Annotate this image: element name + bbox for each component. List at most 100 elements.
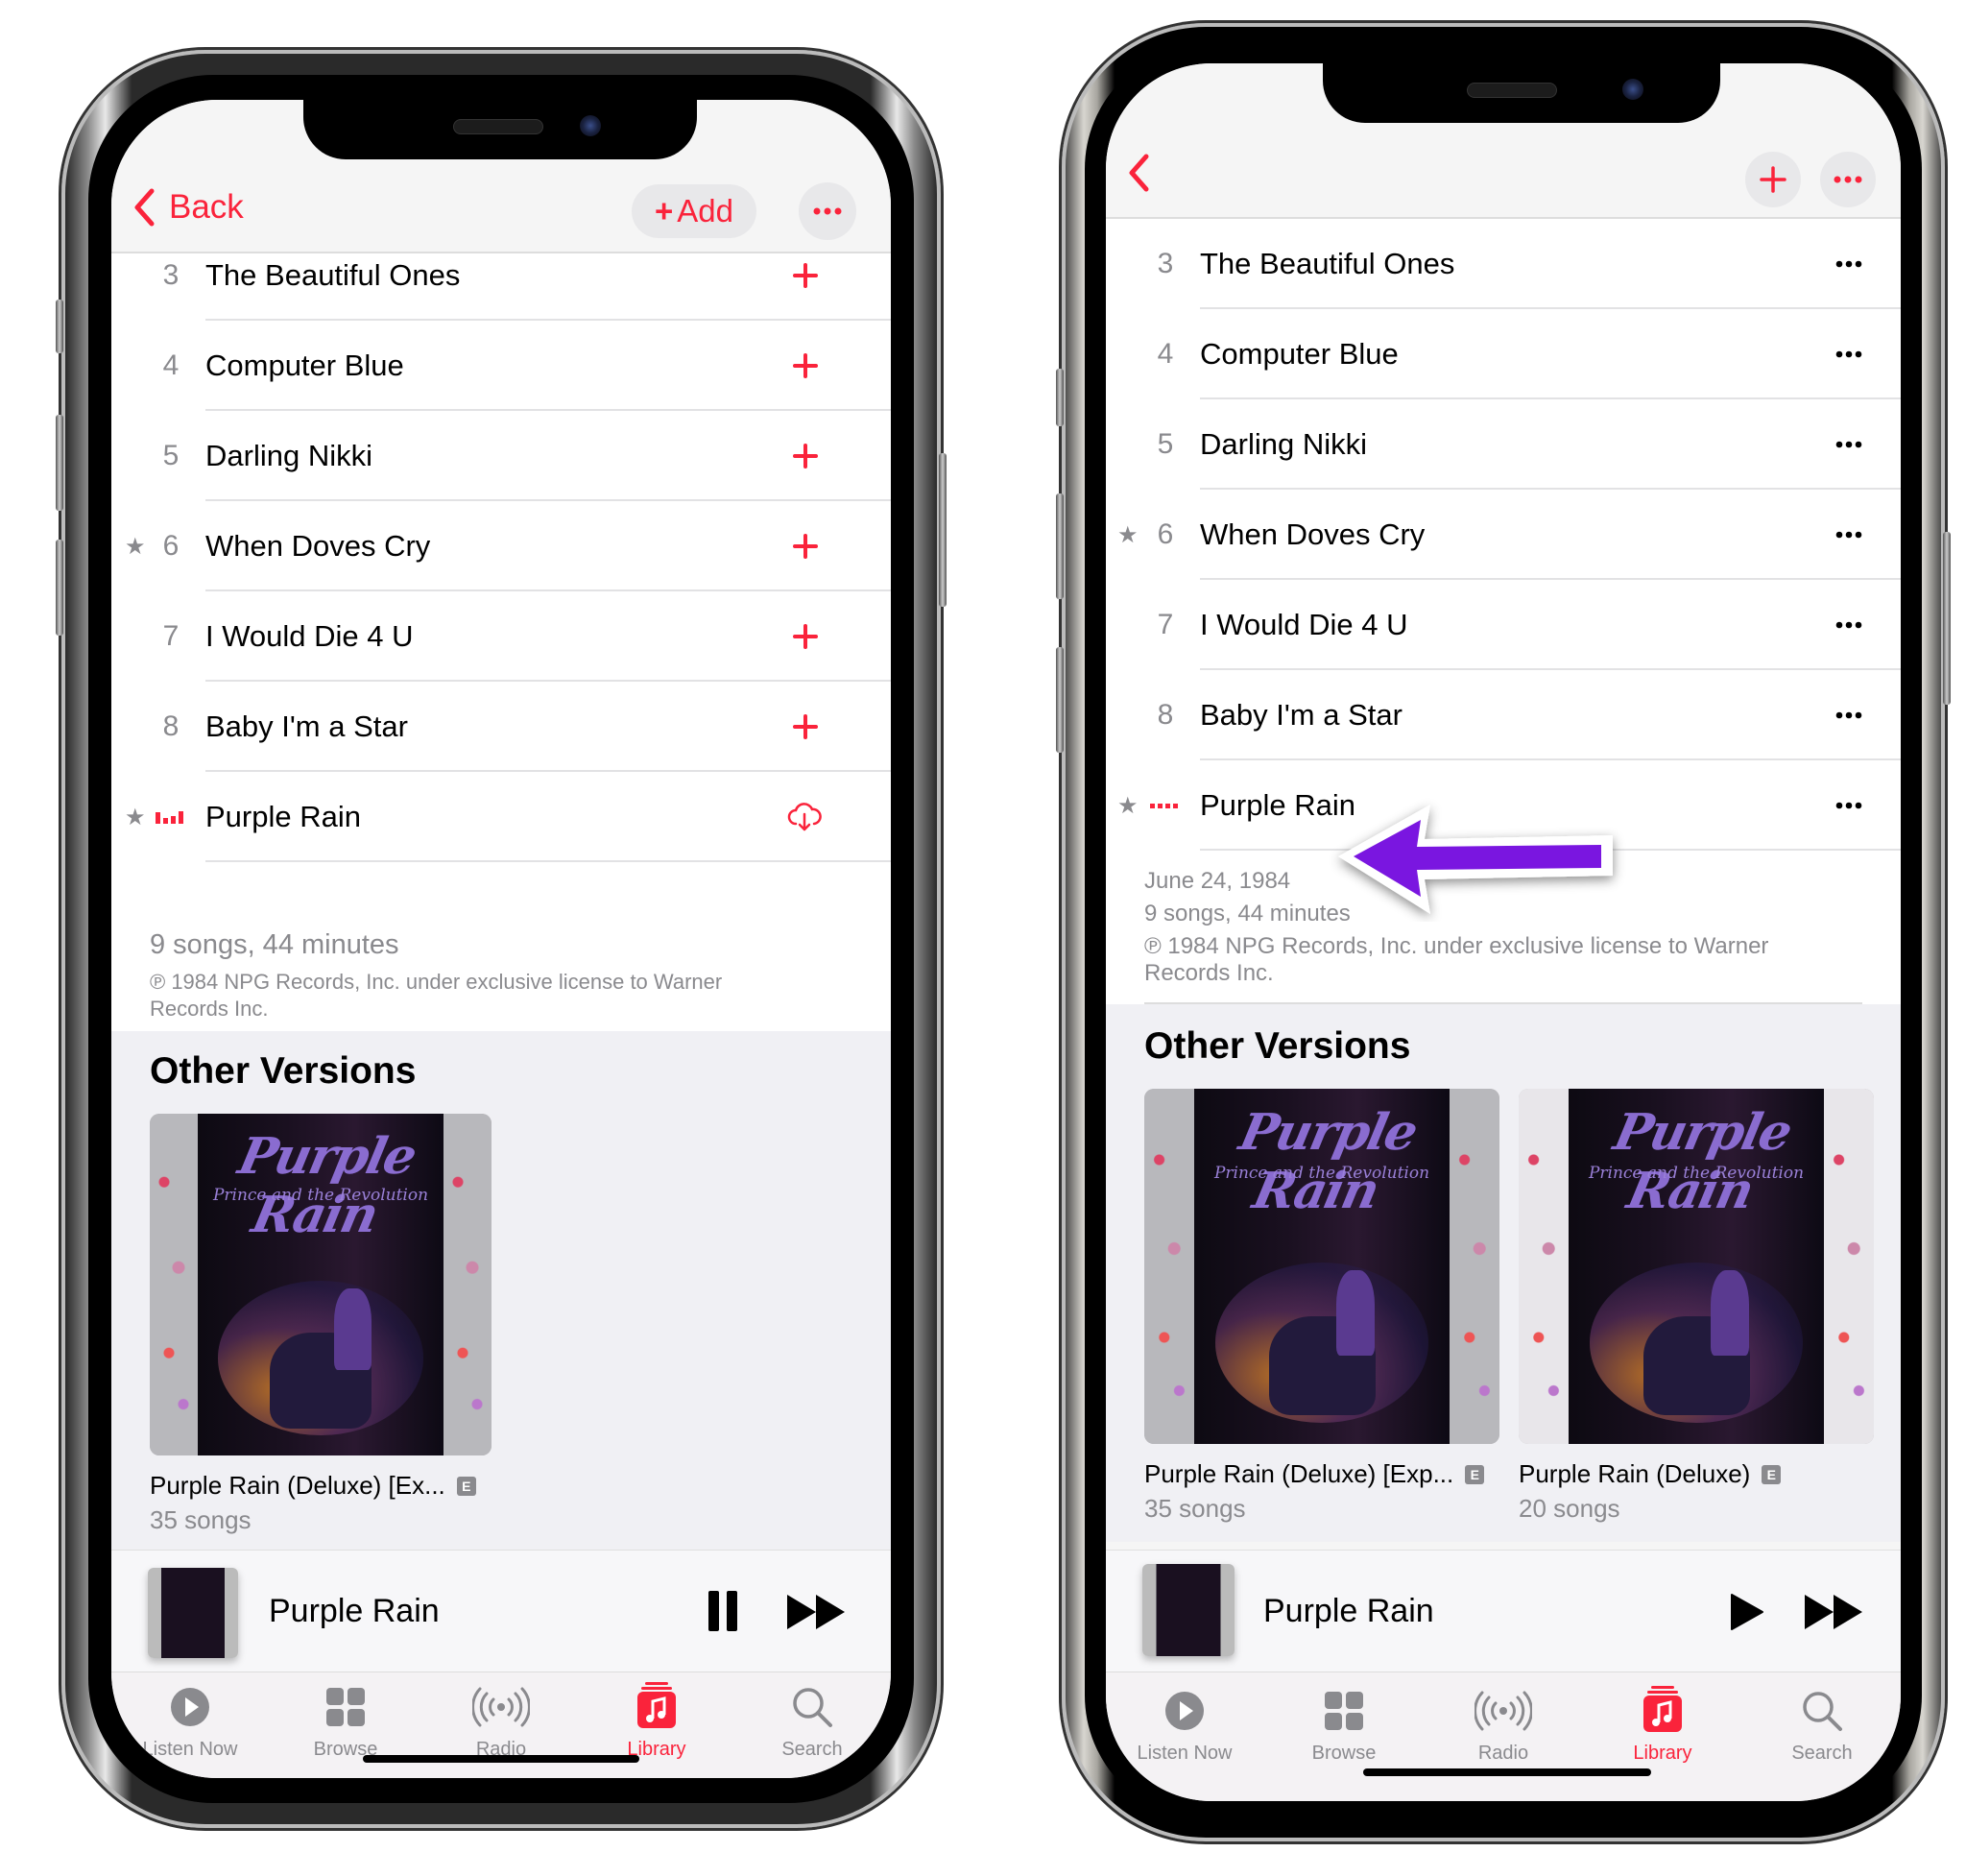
album-name: Purple Rain (Deluxe) E [1519,1459,1782,1489]
track-row-now-playing[interactable]: ★ Purple Rain [111,772,891,862]
mini-player[interactable]: Purple Rain [1106,1550,1901,1672]
track-row[interactable]: 5 Darling Nikki [111,411,891,501]
album-name-text: Purple Rain (Deluxe) [1519,1459,1751,1488]
play-icon [1731,1594,1763,1630]
home-indicator [363,1755,639,1763]
left-screen: 9:51 Back + Add [111,100,891,1778]
speaker [1467,83,1557,98]
forward-button[interactable] [787,1595,847,1634]
plus-icon: + [655,193,674,228]
ellipsis-icon [1835,531,1862,539]
forward-button[interactable] [1805,1595,1864,1634]
tab-browse[interactable]: Browse [278,1686,413,1761]
cloud-download-icon [787,803,822,831]
ellipsis-icon [1835,260,1862,268]
ellipsis-icon [1835,350,1862,358]
track-number: 6 [162,530,180,562]
tab-listen-now[interactable]: Listen Now [1117,1690,1252,1765]
star-icon: ★ [1117,521,1139,548]
add-button[interactable] [1745,152,1801,207]
track-row[interactable]: 5 Darling Nikki [1106,399,1901,490]
track-row[interactable]: ★ 6 When Doves Cry [1106,490,1901,580]
track-row[interactable]: 7 I Would Die 4 U [1106,580,1901,670]
tab-browse[interactable]: Browse [1277,1690,1411,1765]
release-date: June 24, 1984 [1144,868,1291,894]
forward-icon [1805,1595,1862,1629]
other-versions-section: Other Versions Purple Rain Prince and th… [1106,1004,1901,1542]
track-number: 4 [162,349,180,381]
track-title: I Would Die 4 U [205,619,414,653]
tab-listen-now[interactable]: Listen Now [123,1686,257,1761]
add-button[interactable]: + Add [632,184,756,238]
album-name: Purple Rain (Deluxe) [Exp... E [1144,1459,1485,1489]
track-title: When Doves Cry [1200,517,1426,551]
track-number: 7 [162,620,180,652]
track-more-button[interactable] [1835,621,1862,629]
add-track-button[interactable] [793,263,818,288]
track-row[interactable]: 4 Computer Blue [111,321,891,411]
track-more-button[interactable] [1835,441,1862,448]
tab-label: Library [1633,1743,1692,1764]
back-label: Back [169,188,244,226]
track-more-button[interactable] [1835,531,1862,539]
track-row[interactable]: ★ 6 When Doves Cry [111,501,891,591]
track-title: Baby I'm a Star [1200,698,1403,732]
track-row[interactable]: 3 The Beautiful Ones [1106,219,1901,309]
grid-icon [1325,1692,1363,1730]
pause-button[interactable] [707,1591,739,1636]
track-number: 5 [1157,428,1174,460]
download-button[interactable] [787,803,822,831]
power-button [939,453,947,607]
mini-player-artwork [148,1568,238,1658]
track-number: 7 [1157,609,1174,640]
add-icon [793,534,818,559]
play-circle-icon [1165,1692,1204,1730]
ellipsis-icon [1835,441,1862,448]
play-button[interactable] [1730,1593,1764,1636]
tab-library[interactable]: Library [589,1682,724,1761]
more-button[interactable] [799,182,856,240]
back-button[interactable]: Back [132,188,244,227]
radio-waves-icon [471,1687,531,1727]
separator [205,860,891,862]
pause-icon [708,1591,737,1631]
tab-label: Radio [1477,1743,1529,1764]
explicit-badge: E [1465,1464,1485,1484]
play-circle-icon [171,1688,209,1726]
add-track-button[interactable] [793,714,818,739]
tab-search[interactable]: Search [1755,1690,1889,1765]
back-button[interactable] [1127,154,1150,192]
track-more-button[interactable] [1835,260,1862,268]
ellipsis-icon [1835,621,1862,629]
mini-player[interactable]: Purple Rain [111,1550,891,1672]
tab-library[interactable]: Library [1595,1686,1730,1765]
album-meta: 9 songs, 44 minutes ℗ 1984 NPG Records, … [111,920,891,1031]
track-more-button[interactable] [1835,350,1862,358]
track-title: The Beautiful Ones [1200,247,1455,280]
more-button[interactable] [1820,152,1876,207]
copyright-line-2: Records Inc. [150,997,269,1021]
now-playing-icon [156,810,183,824]
tab-radio[interactable]: Radio [434,1686,568,1761]
power-button [1943,532,1951,705]
star-icon: ★ [1117,792,1139,819]
add-track-button[interactable] [793,624,818,649]
tab-radio[interactable]: Radio [1436,1690,1570,1765]
track-row[interactable]: 4 Computer Blue [1106,309,1901,399]
tab-label: Browse [1311,1743,1377,1764]
track-title: Darling Nikki [205,439,372,472]
track-more-button[interactable] [1835,711,1862,719]
add-track-button[interactable] [793,353,818,378]
track-row[interactable]: 8 Baby I'm a Star [111,682,891,772]
right-phone: 9:51 3 [1056,23,1951,1841]
track-more-button[interactable] [1835,802,1862,809]
track-row[interactable]: 8 Baby I'm a Star [1106,670,1901,760]
track-row[interactable]: 7 I Would Die 4 U [111,591,891,682]
volume-down-button [56,540,63,636]
add-track-button[interactable] [793,534,818,559]
track-number: 8 [162,710,180,742]
album-summary: 9 songs, 44 minutes [150,929,399,960]
tab-search[interactable]: Search [745,1686,879,1761]
add-track-button[interactable] [793,444,818,469]
notch [303,100,697,159]
